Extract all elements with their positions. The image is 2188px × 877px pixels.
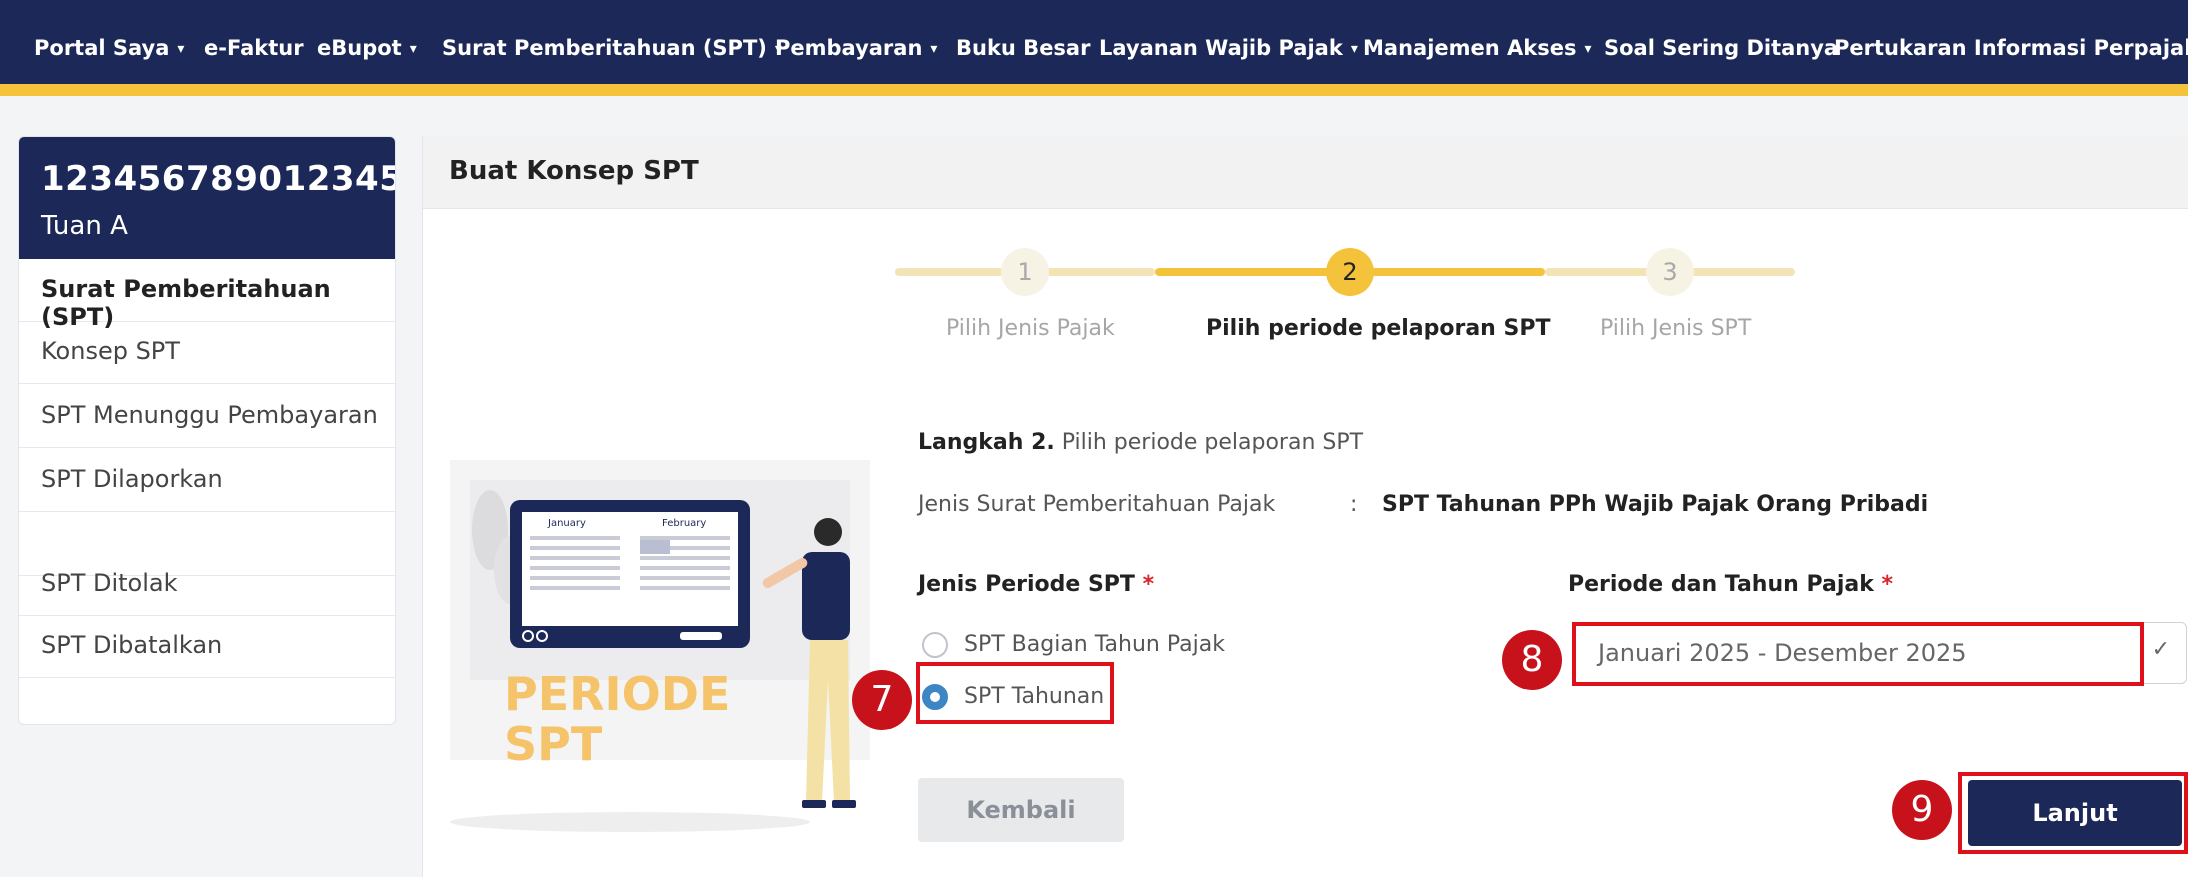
jenis-periode-label: Jenis Periode SPT * <box>918 572 1154 597</box>
nav-buku-besar[interactable]: Buku Besar <box>956 28 1090 68</box>
highlight-next-button <box>1958 772 2188 854</box>
chevron-down-icon: ▾ <box>177 41 185 57</box>
highlight-spt-tahunan <box>916 662 1114 724</box>
chevron-down-icon: ▾ <box>1584 41 1592 57</box>
nav-label: eBupot <box>317 36 402 60</box>
top-navigation: Portal Saya ▾ e-Faktur eBupot ▾ Surat Pemb… <box>0 0 2188 96</box>
accent-stripe <box>0 84 2188 96</box>
nav-label: e-Faktur <box>204 36 304 60</box>
nav-label: Manajemen Akses <box>1363 36 1577 60</box>
step-heading: Langkah 2. Pilih periode pelaporan SPT <box>918 430 1363 455</box>
chevron-down-icon: ▾ <box>930 41 938 57</box>
periode-spt-illustration: January February PERIODE SPT <box>430 440 890 840</box>
back-button[interactable]: Kembali <box>918 778 1124 842</box>
nav-label: Buku Besar <box>956 36 1091 60</box>
sidebar-item-label: Konsep SPT <box>41 337 180 365</box>
periode-tahun-label-text: Periode dan Tahun Pajak <box>1568 572 1874 597</box>
sidebar-item-spt-menunggu-pembayaran[interactable]: SPT Menunggu Pembayaran <box>19 385 395 448</box>
step-3-circle: 3 <box>1646 248 1694 296</box>
illustration-text-periode: PERIODE <box>504 667 730 721</box>
nav-ebupot[interactable]: eBupot ▾ <box>317 28 417 68</box>
nav-label: Pembayaran <box>775 36 923 60</box>
chevron-down-icon: ✓ <box>2151 637 2170 662</box>
nav-layanan-wajib-pajak[interactable]: Layanan Wajib Pajak ▾ <box>1099 28 1358 68</box>
sidebar-item-spt-dilaporkan[interactable]: SPT Dilaporkan <box>19 449 395 512</box>
sidebar-item-konsep-spt[interactable]: Konsep SPT <box>19 321 395 384</box>
step-3-label: Pilih Jenis SPT <box>1600 316 1752 341</box>
step-heading-text: Pilih periode pelaporan SPT <box>1061 430 1364 455</box>
step-2-circle: 2 <box>1326 248 1374 296</box>
chevron-down-icon: ▾ <box>409 41 417 57</box>
sidebar-item-spt[interactable]: Surat Pemberitahuan (SPT) <box>19 259 395 331</box>
jenis-spt-colon: : <box>1350 492 1358 517</box>
taxpayer-header: 1234567890123456 Tuan A <box>19 137 395 259</box>
sidebar-item-label: SPT Dibatalkan <box>41 631 223 659</box>
nav-pembayaran[interactable]: Pembayaran ▾ <box>775 28 937 68</box>
annotation-badge-7: 7 <box>852 670 912 730</box>
illustration-month-2: February <box>662 518 706 529</box>
step-1-circle: 1 <box>1001 248 1049 296</box>
nav-label: Soal Sering Ditanya <box>1604 36 1839 60</box>
step-1-label: Pilih Jenis Pajak <box>946 316 1115 341</box>
periode-tahun-label: Periode dan Tahun Pajak * <box>1568 572 1893 597</box>
illustration-month-1: January <box>547 518 586 529</box>
nav-spt[interactable]: Surat Pemberitahuan (SPT) ▾ <box>442 28 782 68</box>
taxpayer-npwp: 1234567890123456 <box>41 159 396 199</box>
nav-label: Portal Saya <box>34 36 170 60</box>
nav-portal-saya[interactable]: Portal Saya ▾ <box>34 28 184 68</box>
sidebar-item-spt-dibatalkan[interactable]: SPT Dibatalkan <box>19 615 395 678</box>
annotation-badge-8: 8 <box>1502 630 1562 690</box>
jenis-spt-label: Jenis Surat Pemberitahuan Pajak <box>918 492 1276 517</box>
nav-soal-sering-ditanya[interactable]: Soal Sering Ditanya <box>1604 28 1838 68</box>
nav-pertukaran-informasi[interactable]: Pertukaran Informasi Perpajakan <box>1834 28 2188 68</box>
nav-label: Layanan Wajib Pajak <box>1099 36 1343 60</box>
radio-spt-bagian-tahun-pajak[interactable] <box>922 632 948 658</box>
nav-label: Surat Pemberitahuan (SPT) <box>442 36 767 60</box>
required-mark: * <box>1142 572 1155 597</box>
radio-label-spt-bagian-tahun-pajak[interactable]: SPT Bagian Tahun Pajak <box>964 632 1225 657</box>
jenis-spt-value: SPT Tahunan PPh Wajib Pajak Orang Pribad… <box>1382 492 1929 517</box>
taxpayer-name: Tuan A <box>41 211 128 241</box>
sidebar-item-label: SPT Dilaporkan <box>41 465 223 493</box>
chevron-down-icon: ▾ <box>1350 41 1358 57</box>
step-heading-number: Langkah 2. <box>918 430 1055 455</box>
required-mark: * <box>1881 572 1894 597</box>
nav-label: Pertukaran Informasi Perpajakan <box>1834 36 2188 60</box>
illustration-text-spt: SPT <box>504 717 603 771</box>
jenis-periode-label-text: Jenis Periode SPT <box>918 572 1135 597</box>
sidebar-item-label: SPT Ditolak <box>41 569 178 597</box>
sidebar-item-spt-ditolak[interactable]: SPT Ditolak <box>19 553 395 616</box>
sidebar-item-label: SPT Menunggu Pembayaran <box>41 401 378 429</box>
panel-header: Buat Konsep SPT <box>423 136 2188 209</box>
nav-e-faktur[interactable]: e-Faktur <box>204 28 304 68</box>
nav-manajemen-akses[interactable]: Manajemen Akses ▾ <box>1363 28 1592 68</box>
sidebar: 1234567890123456 Tuan A Surat Pemberitah… <box>18 136 396 725</box>
annotation-badge-9: 9 <box>1892 780 1952 840</box>
page-title: Buat Konsep SPT <box>449 156 699 186</box>
step-2-label: Pilih periode pelaporan SPT <box>1206 316 1551 341</box>
highlight-periode-select <box>1572 622 2144 686</box>
